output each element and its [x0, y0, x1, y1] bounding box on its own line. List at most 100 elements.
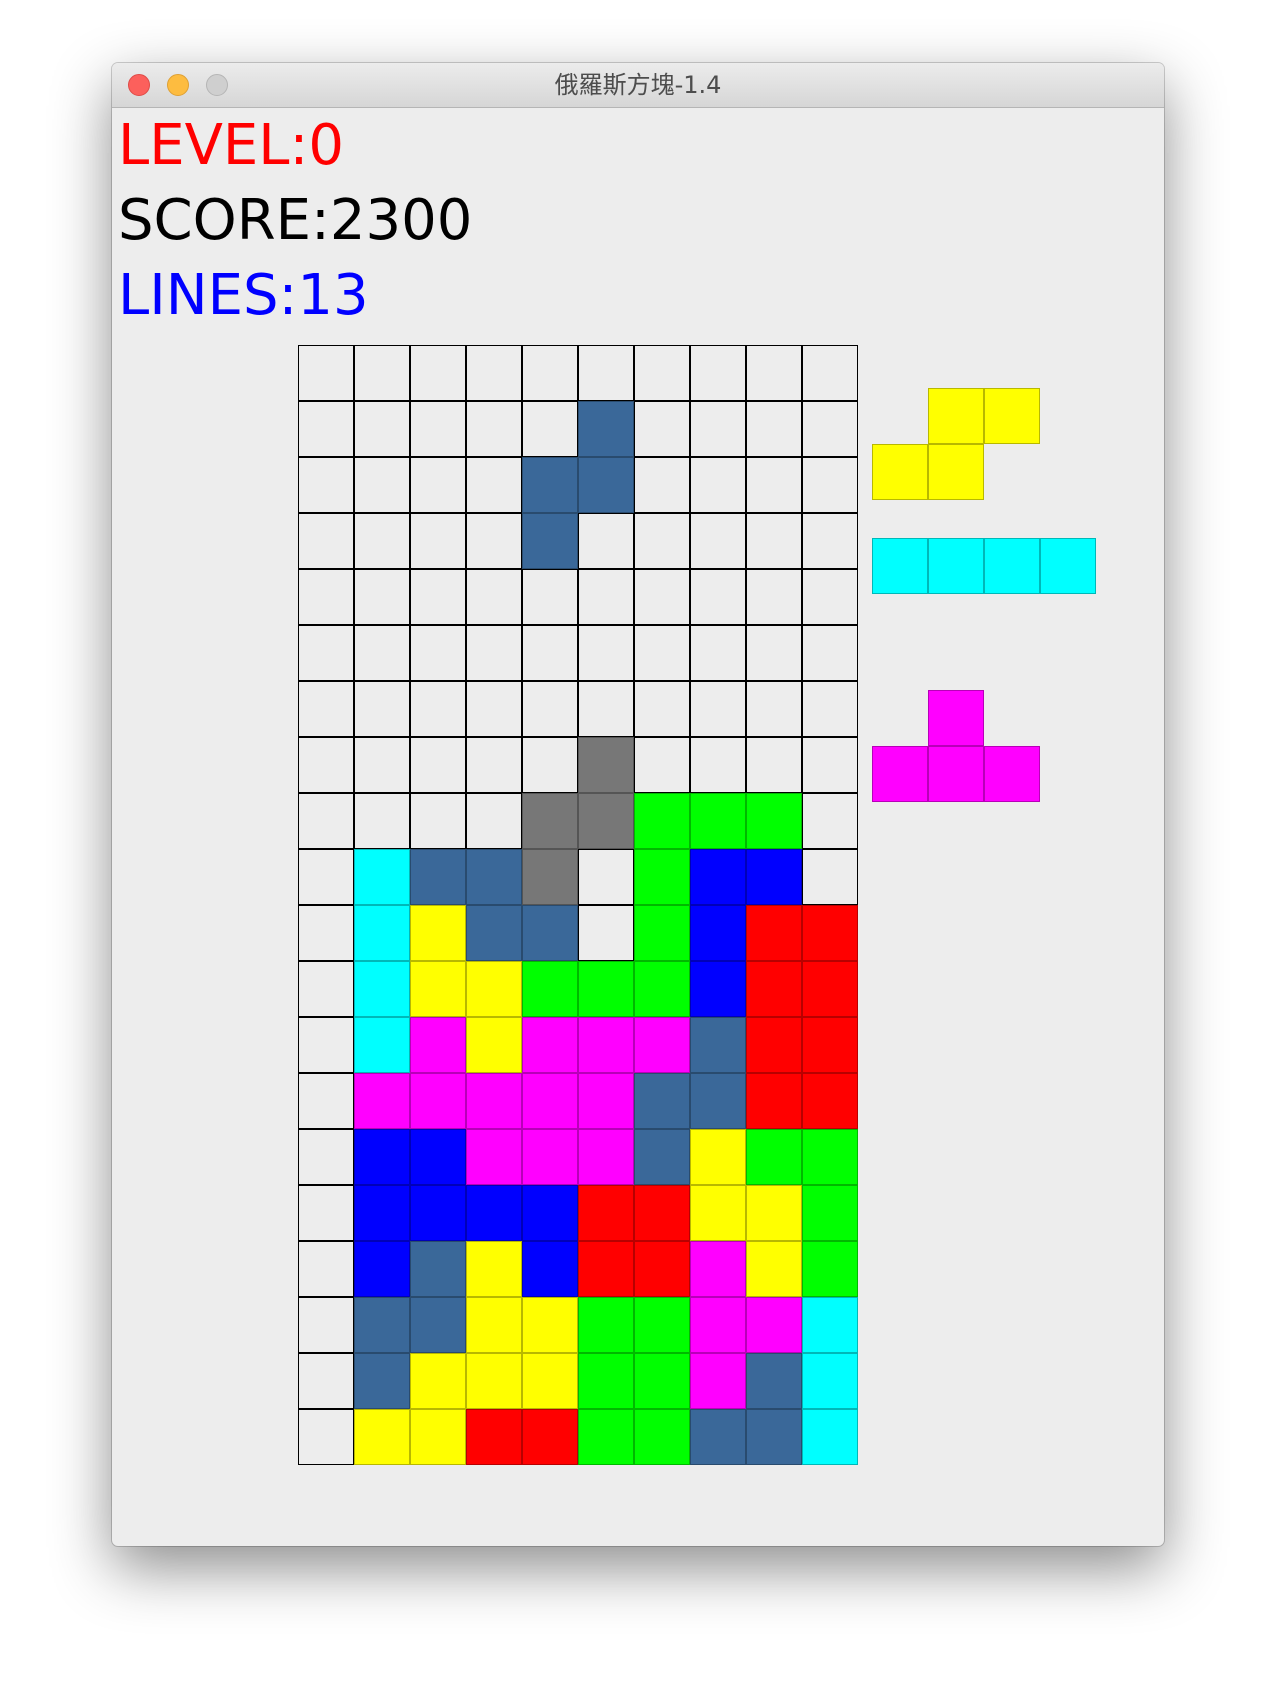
board-cell-block	[578, 1297, 634, 1353]
board-cell-empty	[466, 737, 522, 793]
board-cell-block	[578, 737, 634, 793]
next-piece-S-block	[928, 388, 984, 444]
next-piece-I-block	[928, 538, 984, 594]
board-cell-empty	[634, 457, 690, 513]
board-cell-block	[466, 1409, 522, 1465]
board-cell-empty	[354, 569, 410, 625]
board-cell-block	[410, 1297, 466, 1353]
board-cell-block	[746, 793, 802, 849]
board-cell-block	[746, 1409, 802, 1465]
board-cell-empty	[298, 1185, 354, 1241]
board-cell-block	[634, 1297, 690, 1353]
board-cell-block	[634, 793, 690, 849]
board-cell-empty	[298, 1353, 354, 1409]
board-cell-block	[690, 793, 746, 849]
board-cell-empty	[354, 401, 410, 457]
board-cell-empty	[298, 681, 354, 737]
board-cell-empty	[634, 345, 690, 401]
title-bar[interactable]: 俄羅斯方塊-1.4	[112, 63, 1164, 108]
board-cell-empty	[634, 513, 690, 569]
board-cell-block	[634, 1073, 690, 1129]
board-cell-empty	[634, 737, 690, 793]
board-cell-block	[522, 1241, 578, 1297]
board-cell-block	[690, 849, 746, 905]
board-cell-empty	[578, 625, 634, 681]
board-cell-block	[410, 905, 466, 961]
board-cell-empty	[298, 849, 354, 905]
board-cell-empty	[354, 793, 410, 849]
next-piece-I-block	[1040, 538, 1096, 594]
board-cell-block	[354, 849, 410, 905]
board-cell-empty	[298, 905, 354, 961]
board-cell-empty	[522, 681, 578, 737]
board-cell-empty	[634, 681, 690, 737]
board-cell-block	[690, 1241, 746, 1297]
next-piece-T-block	[984, 746, 1040, 802]
board-cell-empty	[746, 625, 802, 681]
board-cell-empty	[802, 849, 858, 905]
board-cell-block	[522, 961, 578, 1017]
board-cell-empty	[802, 793, 858, 849]
board-cell-empty	[410, 457, 466, 513]
board-cell-empty	[690, 513, 746, 569]
next-piece-T-block	[928, 746, 984, 802]
board-cell-empty	[690, 345, 746, 401]
board-cell-empty	[746, 401, 802, 457]
board-cell-block	[802, 1129, 858, 1185]
board-cell-empty	[410, 681, 466, 737]
board-cell-empty	[522, 737, 578, 793]
board-cell-block	[522, 1185, 578, 1241]
board-cell-empty	[746, 737, 802, 793]
board-cell-block	[522, 1129, 578, 1185]
board-cell-empty	[578, 905, 634, 961]
board-cell-empty	[298, 625, 354, 681]
board-cell-empty	[634, 625, 690, 681]
board-cell-block	[746, 1017, 802, 1073]
board-cell-block	[690, 1185, 746, 1241]
board-cell-empty	[802, 345, 858, 401]
board-cell-empty	[466, 457, 522, 513]
board-cell-empty	[578, 513, 634, 569]
board-cell-block	[522, 849, 578, 905]
board-cell-block	[410, 961, 466, 1017]
board-cell-empty	[298, 1073, 354, 1129]
board-cell-block	[522, 457, 578, 513]
board-cell-empty	[466, 625, 522, 681]
board-cell-block	[690, 961, 746, 1017]
board-cell-block	[354, 1297, 410, 1353]
board-cell-block	[410, 1185, 466, 1241]
board-cell-empty	[298, 1017, 354, 1073]
board-cell-empty	[466, 681, 522, 737]
board-cell-block	[802, 905, 858, 961]
board-cell-block	[634, 1353, 690, 1409]
next-piece-S-block	[872, 444, 928, 500]
lines-label: LINES:13	[118, 263, 369, 328]
board-cell-empty	[690, 737, 746, 793]
board-cell-block	[410, 1017, 466, 1073]
board-cell-block	[578, 1185, 634, 1241]
board-cell-block	[410, 849, 466, 905]
board-cell-block	[578, 793, 634, 849]
board-cell-empty	[578, 849, 634, 905]
board-cell-empty	[690, 401, 746, 457]
board-cell-block	[802, 1185, 858, 1241]
board-cell-block	[746, 961, 802, 1017]
board-cell-block	[578, 401, 634, 457]
board-cell-block	[746, 1073, 802, 1129]
board-cell-empty	[802, 681, 858, 737]
board-cell-block	[522, 513, 578, 569]
board-cell-empty	[298, 569, 354, 625]
board-cell-block	[802, 1353, 858, 1409]
board-cell-block	[690, 1297, 746, 1353]
board-cell-block	[746, 1241, 802, 1297]
board-cell-empty	[690, 625, 746, 681]
board-cell-block	[802, 1409, 858, 1465]
board-cell-block	[578, 1129, 634, 1185]
board-cell-empty	[298, 513, 354, 569]
board-cell-block	[690, 1409, 746, 1465]
board-cell-empty	[522, 569, 578, 625]
game-window: 俄羅斯方塊-1.4 LEVEL:0 SCORE:2300 LINES:13	[112, 63, 1164, 1546]
board-cell-block	[634, 905, 690, 961]
board-cell-empty	[298, 1241, 354, 1297]
board-cell-empty	[802, 737, 858, 793]
